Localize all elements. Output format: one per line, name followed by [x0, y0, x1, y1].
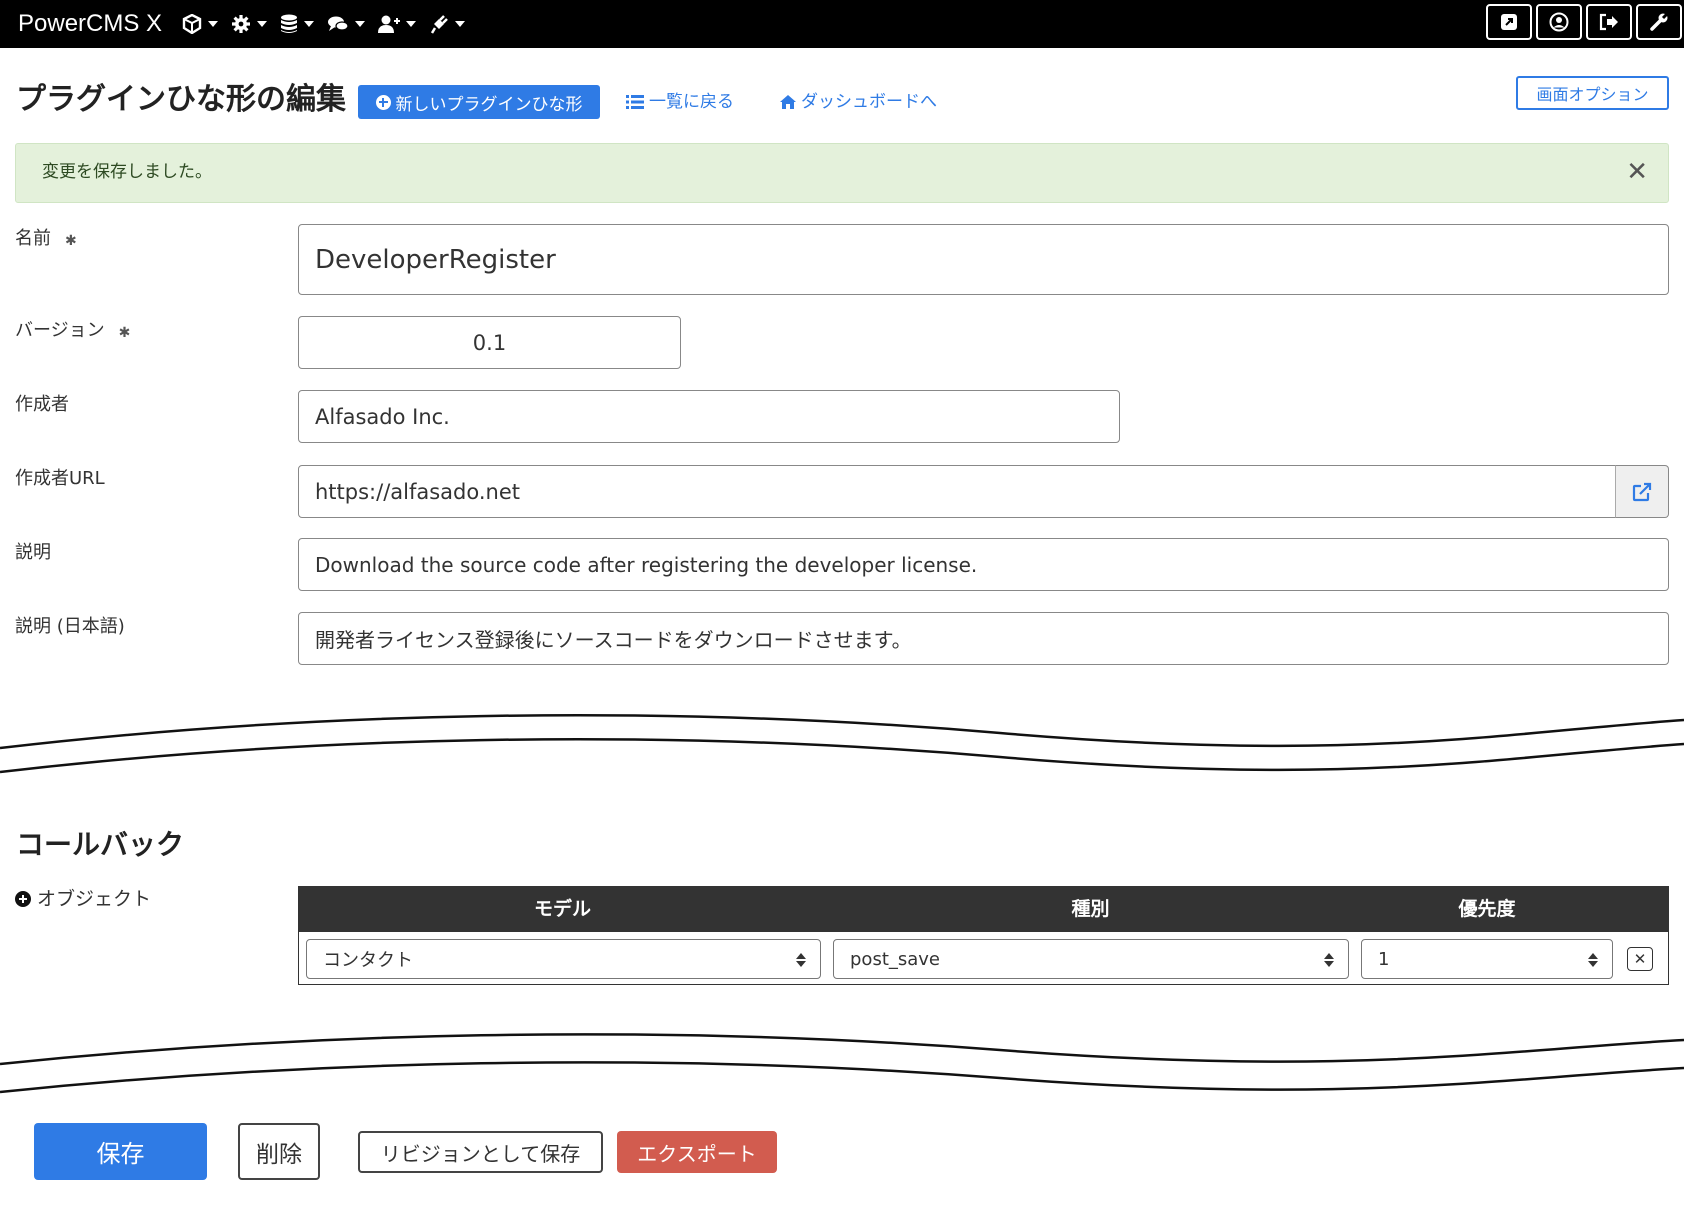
success-alert: 変更を保存しました。 ✕ — [15, 143, 1669, 203]
description-input[interactable]: Download the source code after registeri… — [298, 538, 1669, 591]
callbacks-table: モデル 種別 優先度 コンタクト post_save 1 ✕ — [298, 886, 1669, 985]
chevron-down-icon — [257, 21, 267, 27]
plus-circle-icon — [15, 891, 31, 907]
save-button[interactable]: 保存 — [34, 1123, 207, 1180]
model-select-value: コンタクト — [323, 950, 413, 971]
priority-select-value: 1 — [1378, 948, 1390, 970]
nav-menu-plugins[interactable] — [429, 14, 465, 34]
top-navbar: PowerCMS X — [0, 0, 1684, 48]
description-ja-label: 説明 (日本語) — [15, 616, 125, 637]
chevron-down-icon — [304, 21, 314, 27]
tools-button[interactable] — [1636, 4, 1682, 40]
wrench-icon — [1650, 12, 1669, 31]
comments-icon — [328, 16, 349, 31]
delete-button[interactable]: 削除 — [238, 1123, 320, 1180]
dashboard-link[interactable]: ダッシュボードへ — [779, 90, 937, 114]
add-object-button[interactable]: オブジェクト — [15, 886, 151, 912]
plug-icon — [430, 15, 448, 34]
author-url-label: 作成者URL — [15, 468, 105, 489]
back-to-list-link[interactable]: 一覧に戻る — [626, 90, 734, 114]
page-title: プラグインひな形の編集 — [16, 82, 346, 117]
version-label: バージョン ✱ — [15, 318, 130, 345]
column-priority: 優先度 — [1458, 898, 1516, 920]
brand-logo[interactable]: PowerCMS X — [18, 8, 162, 40]
kind-select-value: post_save — [850, 948, 941, 970]
nav-menu-objects[interactable] — [182, 14, 218, 34]
chevron-down-icon — [406, 21, 416, 27]
description-label: 説明 — [15, 542, 51, 563]
nav-menu-settings[interactable] — [231, 14, 267, 34]
model-select[interactable]: コンタクト — [306, 939, 821, 979]
column-kind: 種別 — [1071, 898, 1110, 920]
chevron-down-icon — [355, 21, 365, 27]
external-link-icon — [1632, 482, 1652, 501]
user-circle-icon — [1549, 12, 1569, 32]
alert-message: 変更を保存しました。 — [42, 162, 212, 182]
gear-icon — [232, 15, 250, 33]
description-ja-input[interactable]: 開発者ライセンス登録後にソースコードをダウンロードさせます。 — [298, 612, 1669, 665]
name-label: 名前 ✱ — [15, 226, 77, 253]
author-label: 作成者 — [15, 394, 69, 415]
export-button[interactable]: エクスポート — [617, 1131, 777, 1173]
open-url-button[interactable] — [1615, 465, 1669, 518]
plus-circle-icon — [375, 94, 391, 110]
omission-wave-separator — [0, 1028, 1684, 1108]
author-url-input[interactable]: https://alfasado.net — [298, 465, 1616, 518]
nav-menu-comments[interactable] — [327, 14, 365, 34]
remove-row-button[interactable]: ✕ — [1627, 947, 1653, 971]
chevron-down-icon — [208, 21, 218, 27]
logout-button[interactable] — [1586, 4, 1632, 40]
nav-menu-users[interactable] — [378, 14, 416, 34]
kind-select[interactable]: post_save — [833, 939, 1349, 979]
dashboard-label: ダッシュボードへ — [801, 92, 937, 112]
cube-icon — [182, 14, 202, 34]
close-icon[interactable]: ✕ — [1626, 157, 1648, 187]
external-view-icon — [1501, 14, 1517, 30]
list-icon — [626, 95, 644, 109]
priority-select[interactable]: 1 — [1361, 939, 1613, 979]
nav-menu-database[interactable] — [280, 14, 314, 34]
new-plugin-template-label: 新しいプラグインひな形 — [395, 94, 583, 115]
sort-arrows-icon — [1588, 951, 1598, 969]
author-input[interactable]: Alfasado Inc. — [298, 390, 1120, 443]
required-icon: ✱ — [118, 325, 131, 341]
omission-wave-separator — [0, 708, 1684, 788]
sort-arrows-icon — [796, 951, 806, 969]
save-as-revision-button[interactable]: リビジョンとして保存 — [358, 1131, 603, 1173]
name-label-text: 名前 — [15, 228, 51, 249]
version-input[interactable]: 0.1 — [298, 316, 681, 369]
view-site-button[interactable] — [1486, 4, 1532, 40]
home-icon — [780, 95, 796, 109]
nav-right-tools — [1482, 4, 1682, 40]
chevron-down-icon — [455, 21, 465, 27]
profile-button[interactable] — [1536, 4, 1582, 40]
name-input[interactable]: DeveloperRegister — [298, 224, 1669, 295]
column-model: モデル — [533, 898, 591, 920]
screen-options-button[interactable]: 画面オプション — [1516, 76, 1669, 110]
user-plus-icon — [378, 15, 400, 33]
object-label: オブジェクト — [37, 888, 152, 910]
nav-menus — [182, 12, 478, 36]
table-header: モデル 種別 優先度 — [299, 887, 1668, 932]
callbacks-title: コールバック — [16, 828, 185, 861]
required-icon: ✱ — [65, 233, 77, 249]
version-label-text: バージョン — [15, 320, 105, 341]
sign-out-icon — [1599, 13, 1618, 31]
back-to-list-label: 一覧に戻る — [649, 92, 734, 112]
sort-arrows-icon — [1324, 951, 1334, 969]
database-icon — [281, 14, 297, 33]
new-plugin-template-button[interactable]: 新しいプラグインひな形 — [358, 85, 600, 119]
